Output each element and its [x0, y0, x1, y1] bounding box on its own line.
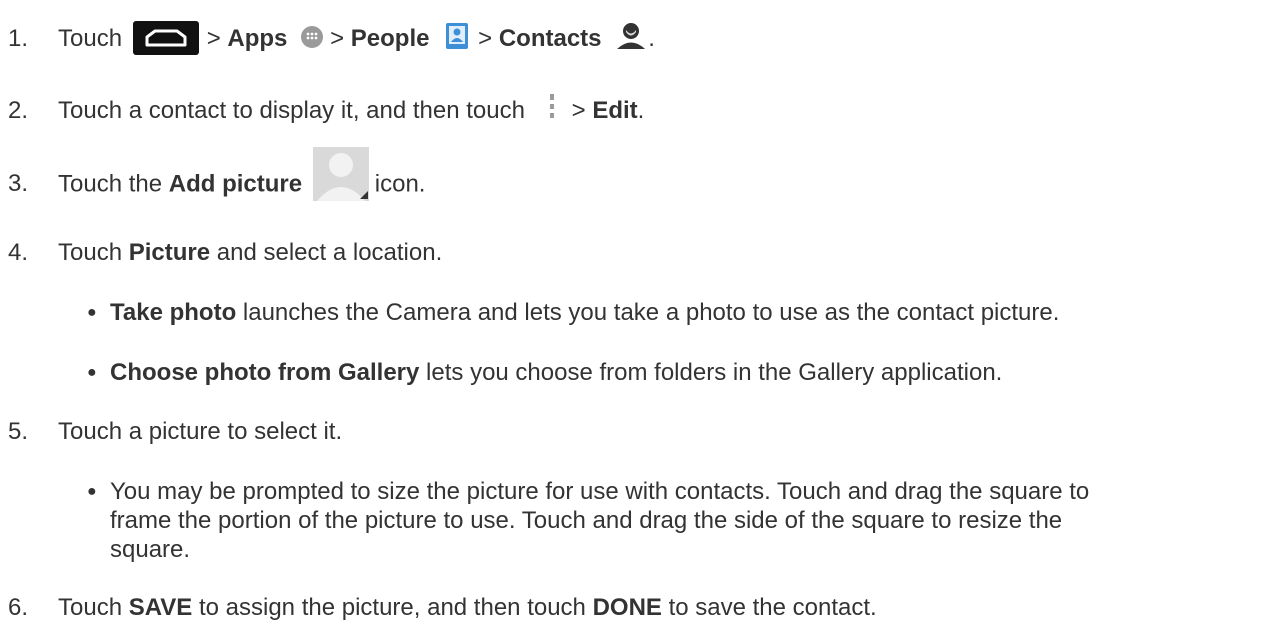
- bullet-text-line: You may be prompted to size the picture …: [110, 478, 1090, 505]
- step-number: 3.: [8, 170, 29, 197]
- step-text: Touch a contact to display it, and then …: [58, 93, 644, 126]
- bullet-dot: ●: [87, 304, 97, 321]
- step-3: 3. Touch the Add picture icon.: [8, 147, 1248, 203]
- contacts-icon: [616, 22, 646, 50]
- step-text: Touch SAVE to assign the picture, and th…: [58, 594, 877, 621]
- step-number: 2.: [8, 97, 29, 124]
- step-6: 6. Touch SAVE to assign the picture, and…: [8, 593, 1248, 627]
- people-icon: [444, 22, 470, 50]
- step-number: 6.: [8, 594, 29, 621]
- step-number: 4.: [8, 239, 29, 266]
- menu-icon: [546, 92, 558, 122]
- picture-placeholder-icon: [312, 147, 371, 201]
- bullet-dot: ●: [87, 364, 97, 381]
- step-number: 1.: [8, 25, 29, 52]
- bullet-item: ● Choose photo from Gallery lets you cho…: [8, 358, 1248, 392]
- step-1: 1. Touch > Apps > People > Contacts .: [8, 20, 1248, 58]
- bullet-continuation: square.: [8, 535, 1248, 569]
- step-2: 2. Touch a contact to display it, and th…: [8, 93, 1248, 130]
- step-text: Touch Picture and select a location.: [58, 239, 443, 266]
- bullet-text: Choose photo from Gallery lets you choos…: [110, 359, 1003, 386]
- step-text: Touch > Apps > People > Contacts .: [58, 20, 655, 55]
- home-icon: [132, 20, 199, 55]
- bullet-text-line: square.: [110, 536, 191, 563]
- step-4: 4. Touch Picture and select a location.: [8, 238, 1248, 272]
- step-5: 5. Touch a picture to select it.: [8, 417, 1248, 451]
- apps-icon: [300, 25, 324, 49]
- bullet-item: ● Take photo launches the Camera and let…: [8, 298, 1248, 332]
- bullet-text: Take photo launches the Camera and lets …: [110, 299, 1060, 326]
- bullet-text-line: frame the portion of the picture to use.…: [110, 507, 1063, 534]
- step-text: Touch the Add picture icon.: [58, 147, 425, 201]
- bullet-dot: ●: [87, 483, 97, 500]
- step-text: Touch a picture to select it.: [58, 418, 343, 445]
- step-number: 5.: [8, 418, 29, 445]
